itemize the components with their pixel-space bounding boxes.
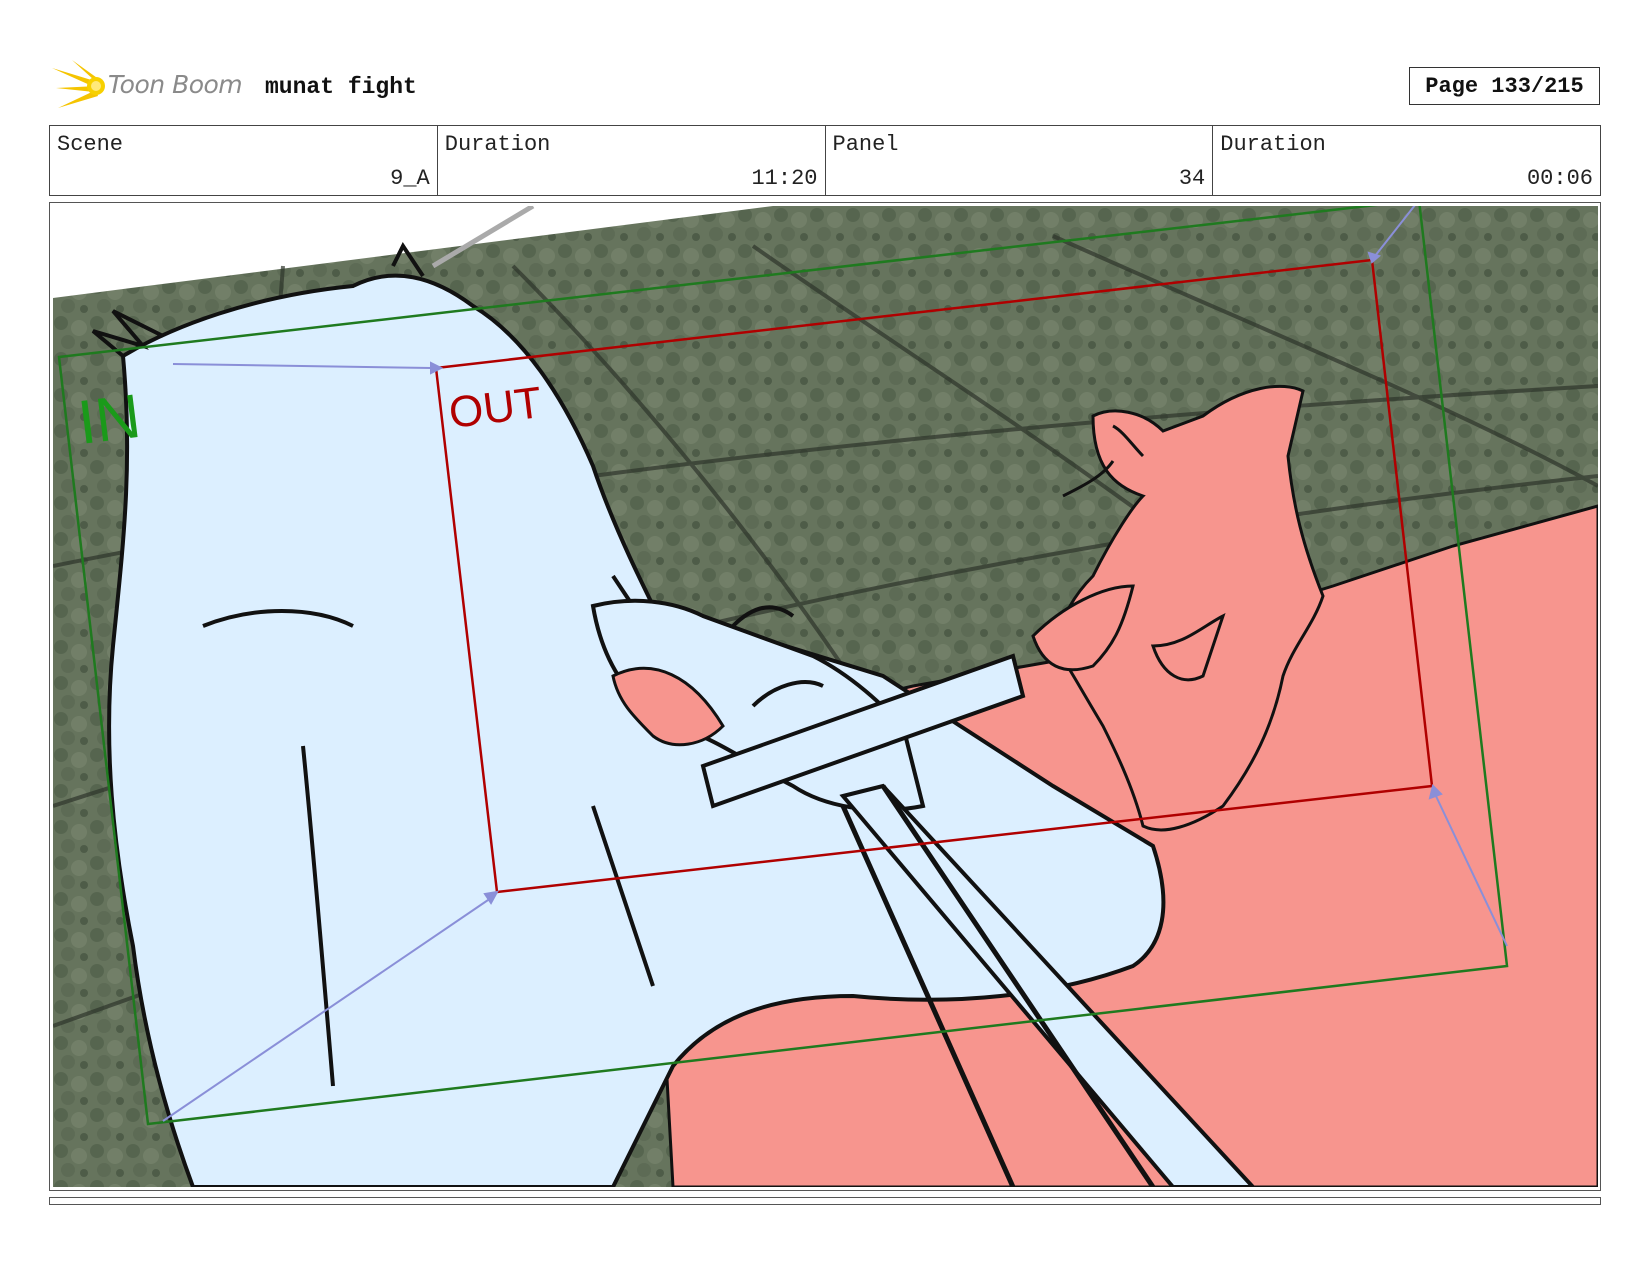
panel-duration-cell: Duration 00:06 bbox=[1213, 126, 1600, 195]
scene-duration-cell: Duration 11:20 bbox=[438, 126, 826, 195]
panel-value: 34 bbox=[1178, 166, 1206, 191]
in-label: IN bbox=[74, 382, 144, 458]
logo-wordmark: Toon Boom bbox=[108, 70, 243, 99]
scene-label: Scene bbox=[57, 132, 124, 157]
scene-info-table: Scene 9_A Duration 11:20 Panel 34 Durati… bbox=[49, 125, 1601, 196]
scene-value: 9_A bbox=[390, 166, 430, 191]
storyboard-panel-image: IN OUT bbox=[53, 206, 1598, 1187]
scene-duration-label: Duration bbox=[444, 132, 551, 157]
scene-duration-value: 11:20 bbox=[751, 166, 818, 191]
scene-cell: Scene 9_A bbox=[50, 126, 438, 195]
project-title: munat fight bbox=[265, 74, 417, 100]
panel-duration-value: 00:06 bbox=[1526, 166, 1593, 191]
panel-cell: Panel 34 bbox=[826, 126, 1214, 195]
panel-footer-bar bbox=[49, 1197, 1601, 1205]
panel-label: Panel bbox=[832, 132, 899, 157]
page-indicator: Page 133/215 bbox=[1409, 67, 1600, 105]
panel-duration-label: Duration bbox=[1220, 132, 1326, 157]
